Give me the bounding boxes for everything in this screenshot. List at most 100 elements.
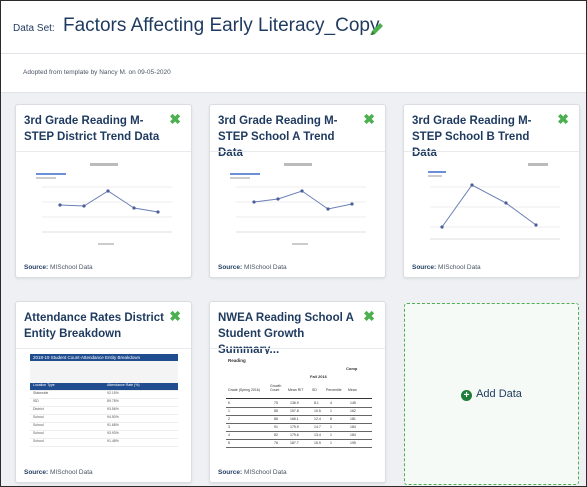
data-card[interactable]: Attendance Rates District Entity Breakdo… — [15, 301, 192, 483]
thumb-cell: 162 — [350, 409, 356, 413]
thumb-cell: 91.68% — [107, 423, 119, 427]
card-divider — [16, 151, 191, 152]
thumb-table-row: School 93.93% — [30, 431, 178, 439]
thumb-table-row: 3 91 179.9 14.7 1 184 — [226, 424, 372, 432]
source-value: MISchool Data — [50, 469, 93, 476]
thumb-table-row: K 75 136.9 8.1 4 145 — [226, 400, 372, 408]
thumb-cell: School — [33, 415, 44, 419]
source-value: MISchool Data — [438, 264, 481, 271]
subheader: Adopted from template by Nancy M. on 09-… — [1, 54, 586, 93]
thumb-group-label: Comp — [346, 366, 358, 371]
remove-card-icon[interactable]: ✖ — [169, 111, 181, 128]
card-title[interactable]: NWEA Reading School A Student Growth Sum… — [218, 310, 358, 358]
thumb-cell: 91.48% — [107, 439, 119, 443]
nwea-thumb-table: Reading Comp Fall 2016 Grade (Spring 201… — [224, 354, 372, 452]
thumb-cell: 184 — [350, 433, 356, 437]
thumb-cell: School — [33, 423, 44, 427]
edit-pencil-icon[interactable] — [368, 20, 386, 38]
source-label: Source: — [24, 469, 49, 476]
thumb-cell: 8.1 — [314, 401, 319, 405]
source-value: MISchool Data — [50, 264, 93, 271]
thumb-cell: 166.1 — [290, 417, 299, 421]
thumb-table-row: 2 86 166.1 12.4 8 181 — [226, 416, 372, 424]
table-thumbnail: 2018-19 Student Count-Attendance Entity … — [30, 354, 178, 464]
remove-card-icon[interactable]: ✖ — [363, 111, 375, 128]
thumb-col: SD — [312, 388, 317, 392]
remove-card-icon[interactable]: ✖ — [557, 111, 569, 128]
card-source: Source: MISchool Data — [218, 264, 287, 271]
chart-thumbnail — [30, 157, 178, 255]
thumb-col: Grade (Spring 2016) — [228, 388, 260, 392]
data-card[interactable]: 3rd Grade Reading M-STEP District Trend … — [15, 104, 192, 278]
thumb-col: Growth Count — [270, 384, 282, 392]
data-card[interactable]: 3rd Grade Reading M-STEP School B Trend … — [403, 104, 580, 278]
add-data-label: Add Data — [476, 388, 522, 400]
thumb-cell: 3 — [228, 425, 230, 429]
plus-circle-icon: + — [461, 390, 473, 401]
thumb-cell: 75 — [274, 401, 278, 405]
data-card[interactable]: NWEA Reading School A Student Growth Sum… — [209, 301, 386, 483]
card-source: Source: MISchool Data — [24, 264, 93, 271]
thumb-cell: 4 — [228, 433, 230, 437]
card-source: Source: MISchool Data — [218, 469, 287, 476]
thumb-cell: K — [228, 401, 231, 405]
thumb-table-row: 4 82 179.6 13.4 1 184 — [226, 432, 372, 440]
thumb-cell: 82 — [274, 433, 278, 437]
card-title[interactable]: 3rd Grade Reading M-STEP District Trend … — [24, 113, 164, 145]
thumb-cell: 1 — [330, 425, 332, 429]
thumb-cell: 10.5 — [314, 409, 321, 413]
thumb-cell: 195 — [350, 441, 356, 445]
thumb-cell: School — [33, 439, 44, 443]
thumb-table-title: Reading — [228, 358, 246, 363]
adopted-note: Adopted from template by Nancy M. on 09-… — [23, 69, 171, 76]
source-label: Source: — [412, 264, 437, 271]
card-title[interactable]: 3rd Grade Reading M-STEP School B Trend … — [412, 113, 552, 161]
app-frame: Data Set: Factors Affecting Early Litera… — [0, 0, 587, 487]
thumb-cell: 93.93% — [107, 431, 119, 435]
thumb-table-row: District 93.56% — [30, 407, 178, 415]
thumb-rows: K 75 136.9 8.1 4 145 1 85 157.8 10.5 1 162 2 86 166.1 1… — [226, 400, 372, 448]
remove-card-icon[interactable]: ✖ — [363, 308, 375, 325]
thumb-cell: 15.9 — [314, 441, 321, 445]
thumb-cell: 1 — [330, 409, 332, 413]
thumb-cell: 184 — [350, 425, 356, 429]
data-card[interactable]: 3rd Grade Reading M-STEP School A Trend … — [209, 104, 386, 278]
thumb-cell: 93.56% — [107, 407, 119, 411]
thumb-cell: 1 — [228, 409, 230, 413]
thumb-cell: ISD — [33, 399, 39, 403]
thumb-table-row: 5 76 187.7 15.9 1 195 — [226, 440, 372, 448]
thumb-cell: 5 — [228, 441, 230, 445]
add-data-button[interactable]: + Add Data — [405, 388, 578, 401]
thumb-cell: 145 — [350, 401, 356, 405]
thumb-table-row: ISD 89.78% — [30, 399, 178, 407]
card-divider — [210, 348, 385, 349]
thumb-cell: 91 — [274, 425, 278, 429]
thumb-cell: 92.15% — [107, 391, 119, 395]
thumb-cell: 8 — [330, 417, 332, 421]
thumb-cell: Statewide — [33, 391, 49, 395]
source-label: Source: — [24, 264, 49, 271]
thumb-cell: 85 — [274, 409, 278, 413]
thumb-cell: 12.4 — [314, 417, 321, 421]
card-divider — [16, 348, 191, 349]
thumb-col: Mean — [348, 388, 357, 392]
card-divider — [210, 151, 385, 152]
thumb-col: Attendance Rate (%) — [107, 383, 140, 387]
add-data-card[interactable]: + Add Data — [404, 303, 579, 485]
thumb-cell: 2 — [228, 417, 230, 421]
thumb-col: Percentile — [326, 388, 342, 392]
thumb-cell: 14.7 — [314, 425, 321, 429]
remove-card-icon[interactable]: ✖ — [169, 308, 181, 325]
thumb-term: Fall 2016 — [310, 374, 327, 379]
chart-thumbnail — [418, 157, 566, 255]
thumb-table-row: Statewide 92.15% — [30, 391, 178, 399]
card-title[interactable]: 3rd Grade Reading M-STEP School A Trend … — [218, 113, 358, 161]
thumb-cell: 179.9 — [290, 425, 299, 429]
source-value: MISchool Data — [244, 469, 287, 476]
table-thumbnail: Reading Comp Fall 2016 Grade (Spring 201… — [224, 354, 372, 464]
card-title[interactable]: Attendance Rates District Entity Breakdo… — [24, 310, 164, 342]
thumb-cell: 187.7 — [290, 441, 299, 445]
thumb-cell: 86 — [274, 417, 278, 421]
thumb-table-spacer — [30, 361, 178, 383]
thumb-cell: 76 — [274, 441, 278, 445]
